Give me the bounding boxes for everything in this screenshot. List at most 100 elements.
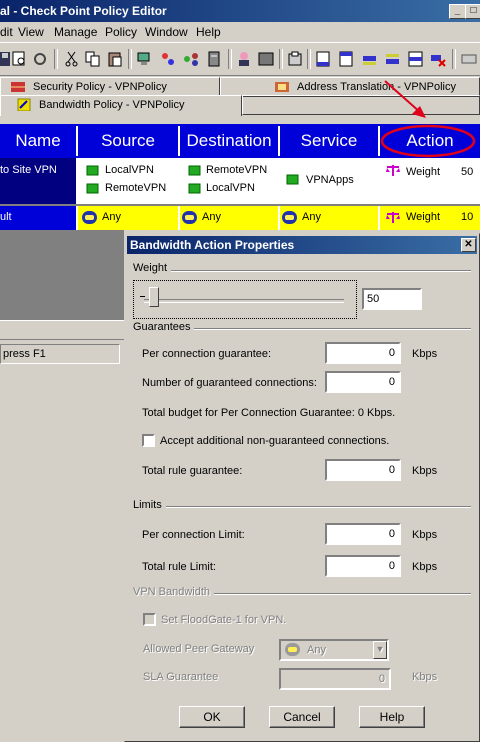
service-item[interactable]: VPNApps: [306, 174, 354, 186]
any-icon: [282, 211, 297, 224]
properties-icon[interactable]: [287, 51, 303, 67]
menu-bar: dit View Manage Policy Window Help: [0, 22, 480, 42]
number-guaranteed-input[interactable]: 0: [325, 371, 401, 393]
bandwidth-action-dialog: Bandwidth Action Properties ✕ Weight 50 …: [124, 233, 480, 742]
keys-icon[interactable]: [258, 51, 274, 67]
toolbar: [0, 42, 480, 76]
cancel-button[interactable]: Cancel: [269, 706, 335, 728]
unit-label: Kbps: [412, 348, 438, 360]
source-item[interactable]: Any: [102, 211, 121, 223]
guarantees-group-label: Guarantees: [133, 321, 195, 333]
sla-guarantee-label: SLA Guarantee: [143, 671, 219, 683]
slider-track: [144, 299, 344, 303]
nat-icon: [275, 82, 289, 92]
group-divider: [133, 270, 471, 272]
action-weight: 50: [461, 166, 474, 178]
per-connection-guarantee-input[interactable]: 0: [325, 342, 401, 364]
column-header-service[interactable]: Service: [280, 126, 380, 156]
options-icon[interactable]: [461, 51, 477, 67]
menu-view[interactable]: View: [18, 22, 44, 42]
menu-window[interactable]: Window: [145, 22, 188, 42]
per-connection-guarantee-label: Per connection guarantee:: [142, 348, 272, 360]
column-header-destination[interactable]: Destination: [180, 126, 280, 156]
ok-button[interactable]: OK: [179, 706, 245, 728]
slider-thumb[interactable]: [149, 287, 159, 307]
refresh-icon[interactable]: [32, 51, 48, 67]
servers-icon[interactable]: [206, 51, 222, 67]
toolbar-separator: [228, 49, 232, 69]
copy-icon[interactable]: [85, 51, 101, 67]
column-header-name[interactable]: Name: [0, 126, 78, 156]
menu-help[interactable]: Help: [196, 22, 221, 42]
scale-icon: [386, 212, 400, 223]
close-icon[interactable]: ✕: [461, 238, 476, 252]
add-rule-top-icon[interactable]: [338, 51, 354, 67]
action-label[interactable]: Weight: [406, 166, 440, 178]
maximize-button[interactable]: □: [465, 4, 480, 19]
service-group-icon: [286, 174, 299, 185]
column-header-source[interactable]: Source: [78, 126, 180, 156]
network-objects-icon[interactable]: [136, 51, 152, 67]
any-icon: [182, 211, 197, 224]
total-rule-limit-input[interactable]: 0: [325, 555, 401, 577]
source-item[interactable]: RemoteVPN: [105, 182, 166, 194]
unit-label: Kbps: [412, 561, 438, 573]
source-item[interactable]: LocalVPN: [105, 164, 154, 176]
sla-guarantee-input[interactable]: 0: [279, 668, 391, 690]
rule-row-default[interactable]: ult Any Any Any Weight 10: [0, 206, 480, 230]
paste-icon[interactable]: [107, 51, 123, 67]
menu-policy[interactable]: Policy: [105, 22, 137, 42]
weight-group-label: Weight: [133, 262, 172, 274]
menu-manage[interactable]: Manage: [54, 22, 97, 42]
accept-non-guaranteed-label[interactable]: Accept additional non-guaranteed connect…: [160, 435, 389, 447]
rule-name: ult: [0, 211, 12, 223]
total-rule-limit-label: Total rule Limit:: [142, 561, 216, 573]
minimize-button[interactable]: _: [449, 4, 466, 19]
grid-empty-area: [0, 230, 124, 320]
weight-slider[interactable]: [133, 280, 357, 319]
action-label[interactable]: Weight: [406, 211, 440, 223]
add-rule-bottom-icon[interactable]: [315, 51, 331, 67]
destination-item[interactable]: Any: [202, 211, 221, 223]
bandwidth-icon: [17, 98, 31, 111]
dialog-title-bar: Bandwidth Action Properties ✕: [127, 236, 477, 254]
window-title: al - Check Point Policy Editor: [0, 4, 167, 18]
group-divider: [133, 506, 471, 508]
unit-label: Kbps: [412, 671, 438, 683]
tab-security-policy[interactable]: Security Policy - VPNPolicy: [0, 77, 220, 97]
action-weight: 10: [461, 211, 474, 223]
print-preview-icon[interactable]: [12, 51, 28, 67]
services-icon[interactable]: [160, 51, 176, 67]
add-rule-after-icon[interactable]: [362, 51, 378, 67]
help-button[interactable]: Help: [359, 706, 425, 728]
destination-item[interactable]: RemoteVPN: [206, 164, 267, 176]
destination-item[interactable]: LocalVPN: [206, 182, 255, 194]
add-rule-icon[interactable]: [408, 51, 424, 67]
unit-label: Kbps: [412, 465, 438, 477]
per-connection-limit-label: Per connection Limit:: [142, 529, 245, 541]
service-item[interactable]: Any: [302, 211, 321, 223]
unit-label: Kbps: [412, 529, 438, 541]
allowed-peer-gateway-select[interactable]: Any ▼: [279, 639, 389, 661]
pane-splitter[interactable]: [0, 320, 124, 340]
cut-icon[interactable]: [64, 51, 80, 67]
group-icon: [86, 165, 99, 176]
slider-tick: [140, 296, 145, 297]
chevron-down-icon[interactable]: ▼: [373, 641, 387, 659]
accept-non-guaranteed-checkbox[interactable]: [142, 434, 155, 447]
weight-input[interactable]: 50: [362, 288, 422, 310]
floodgate-checkbox[interactable]: [143, 613, 156, 626]
add-rule-before-icon[interactable]: [385, 51, 401, 67]
total-rule-guarantee-input[interactable]: 0: [325, 459, 401, 481]
delete-rule-icon[interactable]: [430, 51, 446, 67]
total-budget-text: Total budget for Per Connection Guarante…: [142, 407, 396, 419]
per-connection-limit-input[interactable]: 0: [325, 523, 401, 545]
toolbar-separator: [54, 49, 58, 69]
users-icon[interactable]: [236, 51, 252, 67]
toolbar-separator: [307, 49, 311, 69]
toolbar-separator: [128, 49, 132, 69]
menu-edit[interactable]: dit: [0, 22, 13, 42]
tab-bandwidth-policy[interactable]: Bandwidth Policy - VPNPolicy: [0, 95, 242, 116]
floodgate-label[interactable]: Set FloodGate-1 for VPN.: [161, 614, 286, 626]
resources-icon[interactable]: [183, 51, 199, 67]
